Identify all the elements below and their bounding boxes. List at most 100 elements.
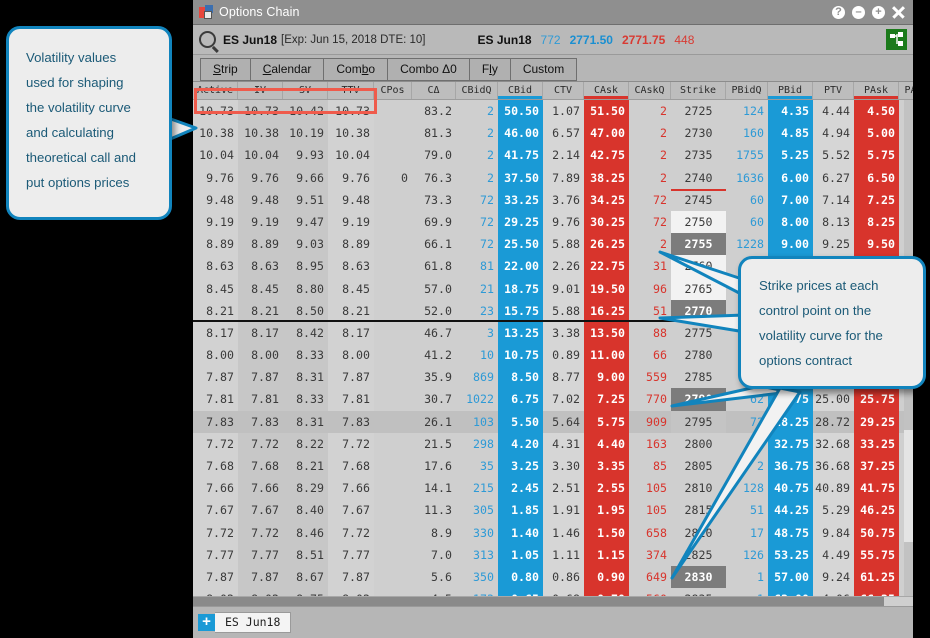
cell-cbidq[interactable]: 72 (456, 189, 498, 211)
cell-cask[interactable]: 7.25 (584, 388, 629, 410)
cell-sv[interactable]: 9.03 (283, 233, 328, 255)
cell-ttv[interactable]: 10.38 (328, 122, 374, 144)
cell-cbid[interactable]: 6.75 (498, 388, 543, 410)
cell-pask[interactable]: 9.50 (854, 233, 899, 255)
cell-ptv[interactable]: 25.00 (813, 388, 854, 410)
cell-iv[interactable]: 7.68 (238, 455, 283, 477)
table-row[interactable]: 7.837.838.317.8326.11035.505.645.7590927… (193, 411, 913, 433)
cell-iv[interactable]: 8.21 (238, 300, 283, 320)
cell-strike[interactable]: 2815 (671, 499, 726, 521)
cell-ttv[interactable]: 7.81 (328, 388, 374, 410)
cell-cask[interactable]: 16.25 (584, 300, 629, 320)
cell-pbidq[interactable]: 160 (726, 122, 768, 144)
cell-sv[interactable]: 10.19 (283, 122, 328, 144)
footer-tab-es-jun18[interactable]: ES Jun18 (215, 612, 291, 633)
column-header-ctv[interactable]: CTV (543, 82, 584, 99)
cell-cask[interactable]: 3.35 (584, 455, 629, 477)
cell-ptv[interactable]: 9.84 (813, 522, 854, 544)
cell-active[interactable]: 7.72 (193, 522, 238, 544)
cell-cdelta[interactable]: 76.3 (412, 167, 456, 189)
cell-cbid[interactable]: 0.80 (498, 566, 543, 588)
cell-cdelta[interactable]: 66.1 (412, 233, 456, 255)
cell-cbid[interactable]: 1.85 (498, 499, 543, 521)
cell-iv[interactable]: 7.72 (238, 433, 283, 455)
cell-strike[interactable]: 2810 (671, 477, 726, 499)
cell-cpos[interactable] (374, 455, 412, 477)
cell-pbidq[interactable]: 17 (726, 522, 768, 544)
cell-strike[interactable]: 2820 (671, 522, 726, 544)
cell-cbid[interactable]: 3.25 (498, 455, 543, 477)
cell-active[interactable]: 10.04 (193, 144, 238, 166)
column-header-ptv[interactable]: PTV (813, 82, 854, 99)
cell-cask[interactable]: 26.25 (584, 233, 629, 255)
add-tab-button[interactable]: + (198, 614, 215, 631)
cell-ctv[interactable]: 3.76 (543, 189, 584, 211)
cell-pbidq[interactable]: 1755 (726, 144, 768, 166)
cell-strike[interactable]: 2795 (671, 411, 726, 433)
horizontal-scrollbar-thumb[interactable] (193, 597, 884, 606)
cell-iv[interactable]: 10.73 (238, 100, 283, 122)
cell-sv[interactable]: 8.80 (283, 278, 328, 300)
cell-cbidq[interactable]: 81 (456, 255, 498, 277)
cell-iv[interactable]: 7.83 (238, 411, 283, 433)
cell-cbidq[interactable]: 72 (456, 233, 498, 255)
tab-combo[interactable]: Combo (323, 58, 387, 81)
cell-cbidq[interactable]: 103 (456, 411, 498, 433)
cell-iv[interactable]: 8.45 (238, 278, 283, 300)
column-header-active[interactable]: Active (193, 82, 238, 99)
cell-cbidq[interactable]: 1022 (456, 388, 498, 410)
cell-active[interactable]: 8.21 (193, 300, 238, 320)
column-header-pbid[interactable]: PBid (768, 82, 813, 99)
cell-cdelta[interactable]: 8.9 (412, 522, 456, 544)
cell-ttv[interactable]: 9.48 (328, 189, 374, 211)
cell-strike[interactable]: 2790 (671, 388, 726, 410)
cell-sv[interactable]: 8.50 (283, 300, 328, 320)
cell-sv[interactable]: 8.31 (283, 366, 328, 388)
cell-cbid[interactable]: 10.75 (498, 344, 543, 366)
cell-cpos[interactable] (374, 366, 412, 388)
cell-iv[interactable]: 9.19 (238, 211, 283, 233)
cell-cbidq[interactable]: 10 (456, 344, 498, 366)
symbol-name[interactable]: ES Jun18 (223, 33, 277, 47)
cell-cdelta[interactable]: 69.9 (412, 211, 456, 233)
cell-sv[interactable]: 9.93 (283, 144, 328, 166)
cell-ttv[interactable]: 7.87 (328, 366, 374, 388)
cell-cdelta[interactable]: 46.7 (412, 322, 456, 344)
cell-pbidq[interactable]: 2 (726, 433, 768, 455)
cell-strike[interactable]: 2835 (671, 588, 726, 596)
cell-pask[interactable]: 33.25 (854, 433, 899, 455)
cell-pask[interactable]: 55.75 (854, 544, 899, 566)
cell-cbidq[interactable]: 313 (456, 544, 498, 566)
cell-sv[interactable]: 8.22 (283, 433, 328, 455)
cell-active[interactable]: 7.81 (193, 388, 238, 410)
cell-iv[interactable]: 8.17 (238, 322, 283, 344)
cell-pask[interactable]: 25.75 (854, 388, 899, 410)
column-header-pbidq[interactable]: PBidQ (726, 82, 768, 99)
cell-strike[interactable]: 2740 (671, 167, 726, 189)
cell-caskq[interactable]: 770 (629, 388, 671, 410)
cell-pbid[interactable]: 57.00 (768, 566, 813, 588)
cell-ctv[interactable]: 0.86 (543, 566, 584, 588)
cell-cbidq[interactable]: 173 (456, 588, 498, 596)
cell-active[interactable]: 7.83 (193, 411, 238, 433)
cell-iv[interactable]: 8.02 (238, 588, 283, 596)
cell-strike[interactable]: 2735 (671, 144, 726, 166)
cell-ttv[interactable]: 8.02 (328, 588, 374, 596)
cell-cdelta[interactable]: 35.9 (412, 366, 456, 388)
cell-cbid[interactable]: 18.75 (498, 278, 543, 300)
cell-iv[interactable]: 9.48 (238, 189, 283, 211)
cell-ctv[interactable]: 7.89 (543, 167, 584, 189)
cell-pbidq[interactable]: 124 (726, 100, 768, 122)
cell-cbidq[interactable]: 215 (456, 477, 498, 499)
column-header-cpos[interactable]: CPos (374, 82, 412, 99)
cell-cbid[interactable]: 22.00 (498, 255, 543, 277)
table-row[interactable]: 7.777.778.517.777.03131.051.111.15374282… (193, 544, 913, 566)
cell-pask[interactable]: 7.25 (854, 189, 899, 211)
cell-sv[interactable]: 8.21 (283, 455, 328, 477)
table-row[interactable]: 7.727.728.227.7221.52984.204.314.4016328… (193, 433, 913, 455)
table-row[interactable]: 7.677.678.407.6711.33051.851.911.9510528… (193, 499, 913, 521)
cell-iv[interactable]: 7.81 (238, 388, 283, 410)
cell-caskq[interactable]: 105 (629, 499, 671, 521)
cell-cask[interactable]: 1.15 (584, 544, 629, 566)
cell-cask[interactable]: 22.75 (584, 255, 629, 277)
